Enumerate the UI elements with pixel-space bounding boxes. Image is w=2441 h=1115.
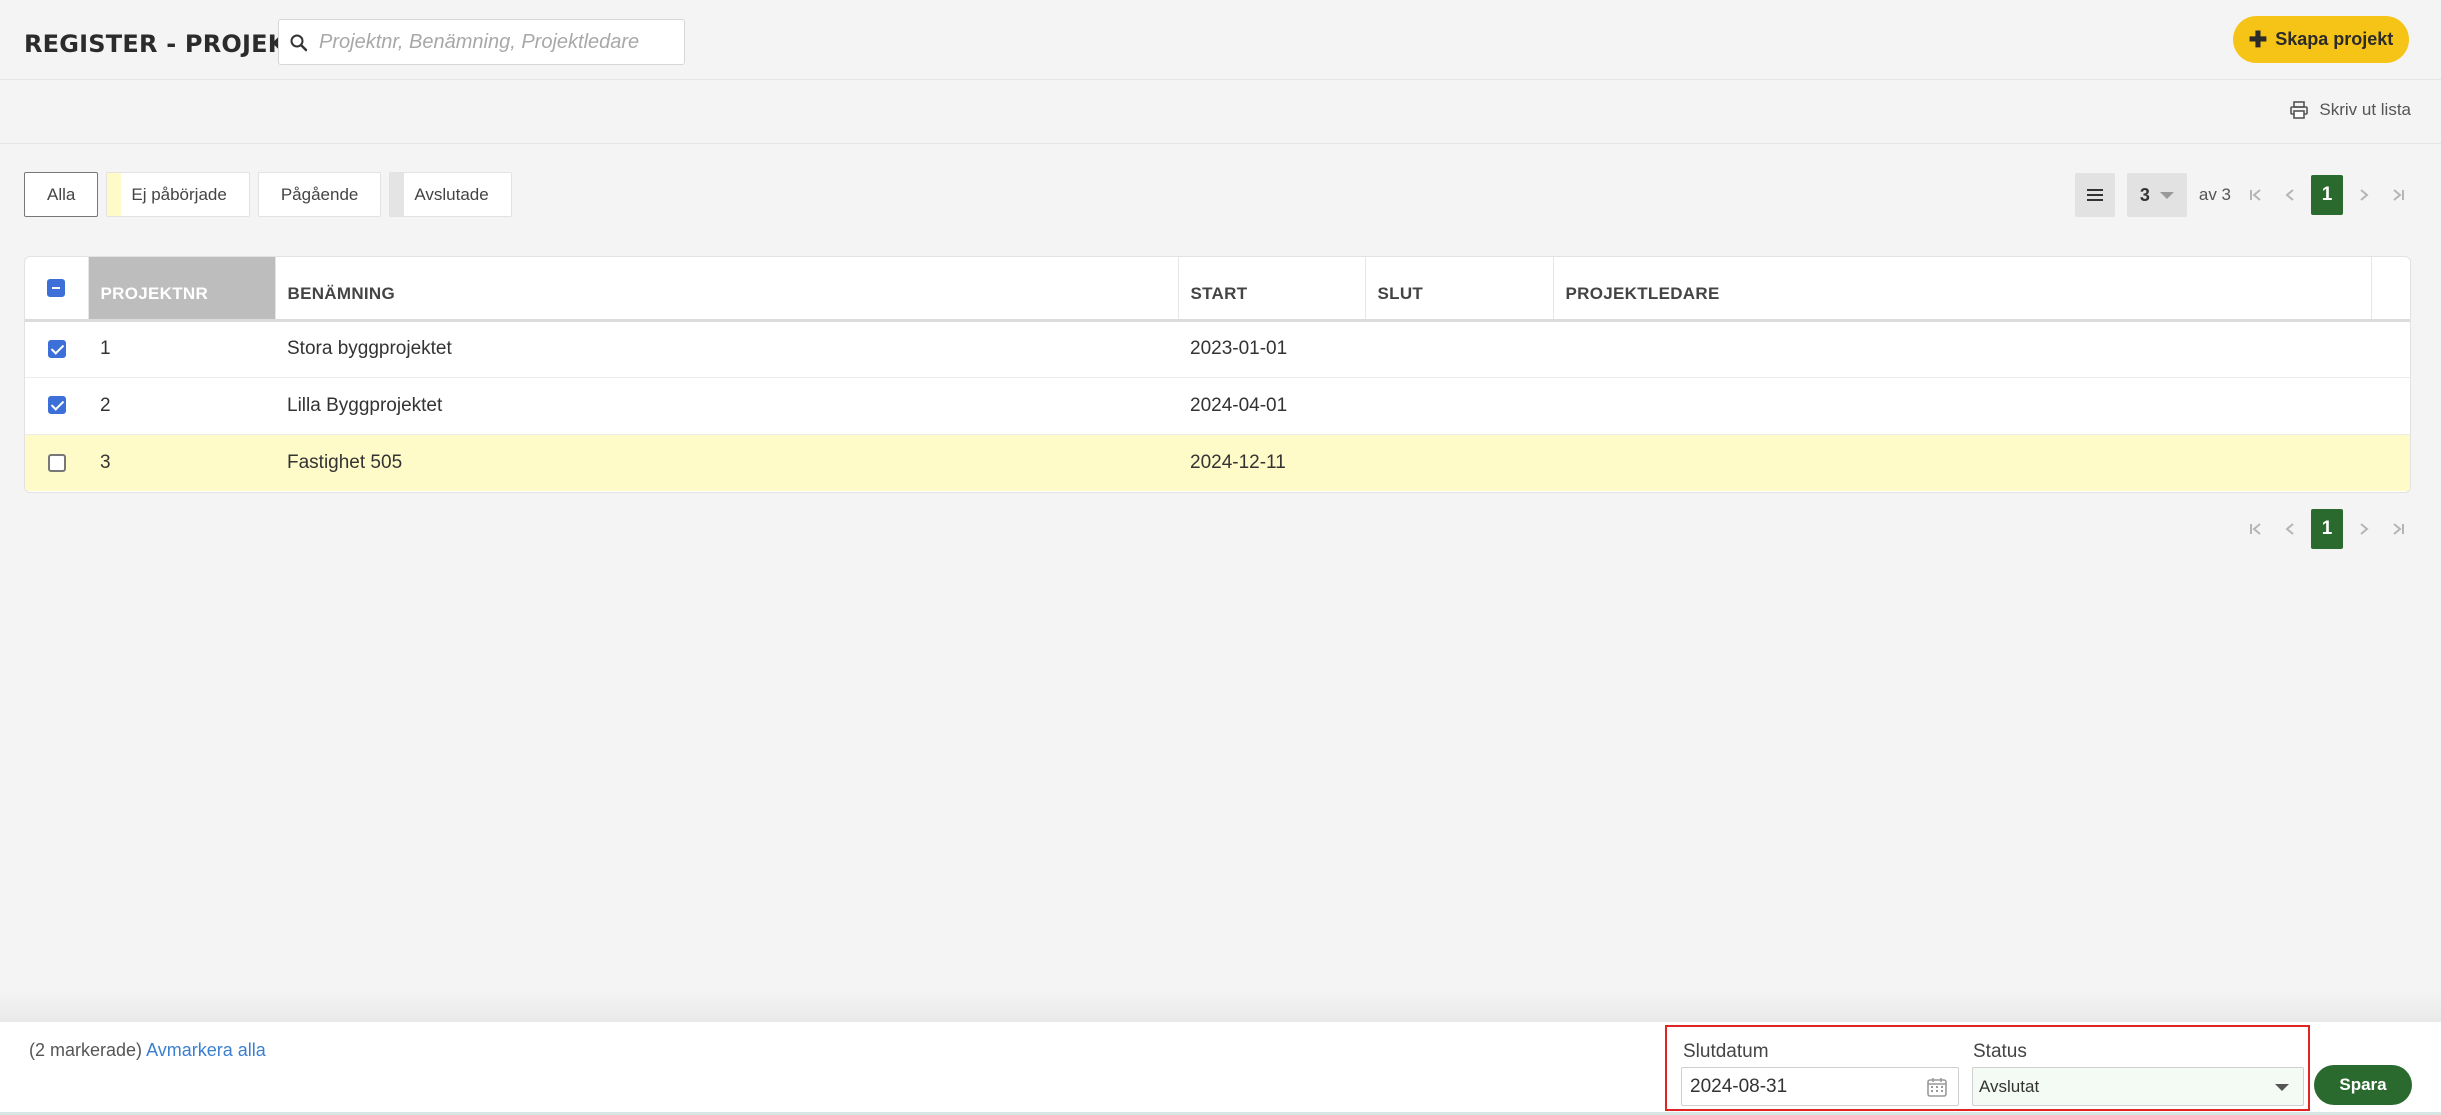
column-header-benamning[interactable]: BENÄMNING — [275, 257, 1179, 322]
slutdatum-label: Slutdatum — [1683, 1041, 1769, 1062]
cell-projektnr: 3 — [88, 434, 275, 491]
filter-tab-all[interactable]: Alla — [24, 172, 99, 217]
selection-summary: (2 markerade) Avmarkera alla — [29, 1040, 266, 1061]
cell-projektnr: 2 — [88, 377, 275, 435]
cell-spacer — [2371, 377, 2410, 435]
filter-tab-label: Pågående — [280, 184, 359, 204]
prev-page-icon[interactable] — [2277, 511, 2303, 547]
last-page-icon[interactable] — [2385, 511, 2411, 547]
status-filter-tabs: Alla Ej påbörjade Pågående Avslutade — [24, 172, 512, 217]
save-button[interactable]: Spara — [2314, 1065, 2412, 1105]
cell-projektledare — [1553, 377, 2371, 435]
select-all-checkbox[interactable] — [47, 279, 66, 298]
select-all-cell — [25, 257, 89, 322]
cell-projektnr: 1 — [88, 320, 275, 378]
cell-benamning: Lilla Byggprojektet — [275, 377, 1178, 435]
filter-tab-label: Ej påbörjade — [131, 184, 227, 204]
last-page-icon[interactable] — [2385, 177, 2411, 213]
list-icon — [2086, 189, 2103, 201]
row-checkbox[interactable] — [47, 339, 66, 358]
column-menu-button[interactable] — [2074, 173, 2115, 217]
unmark-all-link[interactable]: Avmarkera alla — [146, 1040, 266, 1060]
filter-tab-label: Avslutade — [414, 184, 489, 204]
row-select-cell — [25, 320, 88, 378]
print-list-label: Skriv ut lista — [2319, 100, 2411, 119]
search-input[interactable] — [319, 20, 679, 64]
current-page-button[interactable]: 1 — [2311, 175, 2343, 215]
cell-start: 2024-04-01 — [1178, 377, 1365, 435]
status-label: Status — [1973, 1041, 2027, 1062]
cell-slut — [1365, 377, 1553, 435]
cell-projektledare — [1553, 434, 2371, 491]
cell-slut — [1365, 320, 1553, 378]
cell-spacer — [2371, 434, 2410, 491]
cell-slut — [1365, 434, 1553, 491]
page-count-text: av 3 — [2198, 185, 2231, 204]
table-row[interactable]: 3 Fastighet 505 2024-12-11 — [25, 434, 2410, 491]
search-icon — [290, 34, 308, 52]
row-select-cell — [25, 434, 88, 491]
bottom-shadow — [0, 990, 2441, 1022]
pagination-top: 3 av 3 1 — [2074, 173, 2411, 217]
plus-icon: ✚ — [2248, 26, 2268, 52]
cell-benamning: Stora byggprojektet — [275, 320, 1178, 378]
status-value: Avslutat — [1979, 1076, 2040, 1096]
column-header-projektnr[interactable]: PROJEKTNR — [88, 257, 276, 322]
slutdatum-field[interactable] — [1681, 1067, 1959, 1106]
projects-table: PROJEKTNR BENÄMNING START SLUT PROJEKTLE… — [24, 256, 2411, 493]
page-size-value: 3 — [2139, 184, 2150, 205]
table-row[interactable]: 2 Lilla Byggprojektet 2024-04-01 — [25, 377, 2410, 435]
row-checkbox[interactable] — [47, 396, 66, 415]
current-page-button[interactable]: 1 — [2311, 509, 2343, 549]
prev-page-icon[interactable] — [2277, 177, 2303, 213]
filter-tab-label: Alla — [47, 184, 76, 204]
cell-spacer — [2371, 320, 2410, 378]
first-page-icon[interactable] — [2243, 511, 2269, 547]
first-page-icon[interactable] — [2243, 177, 2269, 213]
print-list-link[interactable]: Skriv ut lista — [2289, 100, 2411, 120]
marked-count: (2 markerade) — [29, 1040, 143, 1060]
status-swatch — [390, 173, 405, 216]
calendar-icon[interactable] — [1926, 1076, 1948, 1098]
bulk-action-bar: (2 markerade) Avmarkera alla Slutdatum S… — [0, 1022, 2441, 1115]
chevron-down-icon — [2275, 1084, 2289, 1091]
create-project-button[interactable]: ✚ Skapa projekt — [2233, 16, 2409, 63]
cell-benamning: Fastighet 505 — [275, 434, 1178, 491]
list-toolbar: Skriv ut lista — [0, 80, 2441, 144]
column-header-start[interactable]: START — [1178, 257, 1366, 322]
cell-start: 2023-01-01 — [1178, 320, 1365, 378]
column-header-slut[interactable]: SLUT — [1365, 257, 1554, 322]
cell-start: 2024-12-11 — [1178, 434, 1365, 491]
filter-tab-finished[interactable]: Avslutade — [389, 172, 512, 217]
page-size-select[interactable]: 3 — [2126, 173, 2187, 217]
slutdatum-input[interactable] — [1690, 1068, 1910, 1105]
status-select[interactable]: Avslutat — [1972, 1067, 2304, 1106]
printer-icon — [2290, 101, 2309, 119]
create-project-label: Skapa projekt — [2275, 29, 2394, 49]
bulk-edit-panel: Slutdatum Status Avslutat — [1665, 1025, 2310, 1111]
table-row[interactable]: 1 Stora byggprojektet 2023-01-01 — [25, 320, 2410, 378]
cell-projektledare — [1553, 320, 2371, 378]
search-box[interactable] — [278, 19, 685, 65]
row-checkbox[interactable] — [47, 453, 66, 472]
status-swatch — [107, 173, 122, 216]
next-page-icon[interactable] — [2351, 511, 2377, 547]
row-select-cell — [25, 377, 88, 435]
table-header-row: PROJEKTNR BENÄMNING START SLUT PROJEKTLE… — [25, 257, 2410, 322]
column-header-projektledare[interactable]: PROJEKTLEDARE — [1553, 257, 2372, 322]
chevron-down-icon — [2159, 191, 2174, 199]
column-header-spacer — [2371, 257, 2410, 322]
page-title: REGISTER - PROJEKT — [24, 30, 304, 58]
next-page-icon[interactable] — [2351, 177, 2377, 213]
filter-tab-not-started[interactable]: Ej påbörjade — [106, 172, 250, 217]
filter-tab-ongoing[interactable]: Pågående — [257, 172, 382, 217]
page-header: REGISTER - PROJEKT ✚ Skapa projekt — [0, 0, 2441, 80]
pagination-bottom: 1 — [2243, 509, 2411, 549]
